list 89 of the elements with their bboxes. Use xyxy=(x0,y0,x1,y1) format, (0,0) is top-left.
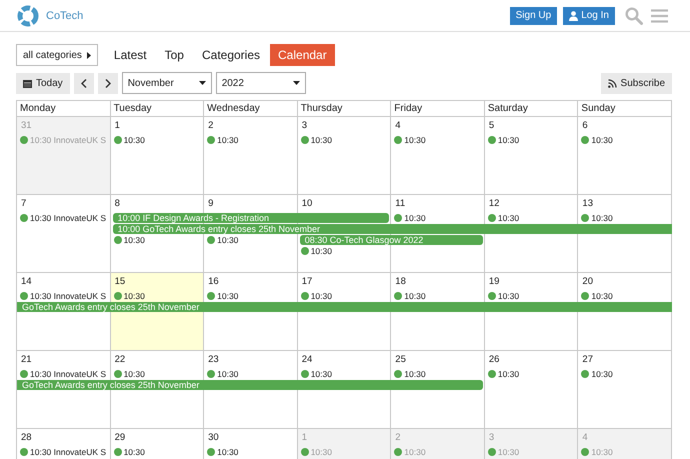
event-title[interactable]: 10:30 xyxy=(310,134,332,144)
day-number: 15 xyxy=(114,276,126,287)
year-select[interactable]: 2022 xyxy=(216,72,306,94)
event-title[interactable]: 10:30 InnovateUK S xyxy=(30,368,106,378)
day-number: 11 xyxy=(395,198,406,209)
day-number: 22 xyxy=(114,354,126,365)
day-number: 12 xyxy=(488,198,500,209)
day-number: 16 xyxy=(208,276,219,287)
day-number: 1 xyxy=(114,120,120,131)
event-title[interactable]: 10:30 xyxy=(310,290,332,300)
day-number: 31 xyxy=(21,120,32,131)
menu-icon[interactable] xyxy=(651,8,668,22)
nav-tab[interactable]: Latest xyxy=(106,44,155,66)
calendar-icon xyxy=(23,78,32,88)
caret-icon xyxy=(198,81,206,85)
event-title[interactable]: 10:30 InnovateUK S xyxy=(30,446,106,456)
category-dropdown[interactable]: all categories xyxy=(16,44,98,66)
day-number: 21 xyxy=(21,354,32,365)
nav-tab[interactable]: Top xyxy=(156,44,192,66)
event-title[interactable]: 10:30 xyxy=(217,368,238,378)
day-number: 3 xyxy=(488,432,494,443)
event-title[interactable]: 10:30 xyxy=(124,368,145,378)
event-title[interactable]: 10:30 xyxy=(124,290,145,300)
event-title[interactable]: 10:30 xyxy=(498,368,520,378)
event-title[interactable]: 10:30 InnovateUK S xyxy=(30,212,106,222)
day-number: 27 xyxy=(582,354,593,365)
day-number: 10 xyxy=(302,198,312,209)
day-number: 9 xyxy=(208,198,214,209)
day-number: 19 xyxy=(488,276,500,287)
day-number: 28 xyxy=(21,432,32,443)
nav-tab[interactable]: Categories xyxy=(194,44,268,66)
month-select[interactable]: November xyxy=(122,72,212,94)
event-title[interactable]: 10:30 xyxy=(124,134,145,144)
day-number: 30 xyxy=(208,432,219,443)
day-number: 25 xyxy=(395,354,406,365)
day-number: 6 xyxy=(582,120,588,131)
event-title[interactable]: 10:30 xyxy=(498,134,520,144)
day-number: 7 xyxy=(21,198,26,209)
day-number: 14 xyxy=(21,276,32,287)
login-button[interactable]: Log In xyxy=(563,6,615,24)
day-number: 17 xyxy=(302,276,312,287)
day-number: 4 xyxy=(395,120,401,131)
event-title[interactable]: 10:30 xyxy=(124,234,145,244)
event-title[interactable]: 10:30 xyxy=(591,212,613,222)
day-number: 2 xyxy=(208,120,214,131)
day-number: 29 xyxy=(114,432,126,443)
event-title[interactable]: 10:30 xyxy=(217,234,238,244)
previous-button[interactable] xyxy=(74,72,94,94)
day-number: 3 xyxy=(302,120,307,131)
event-title[interactable]: 10:30 xyxy=(404,134,426,144)
day-number: 2 xyxy=(395,432,401,443)
event-title[interactable]: 10:30 xyxy=(217,134,238,144)
subscribe-button[interactable]: Subscribe xyxy=(600,72,672,94)
event-title[interactable]: 10:30 InnovateUK S xyxy=(30,290,106,300)
caret-icon xyxy=(86,52,91,58)
day-number: 8 xyxy=(114,198,120,209)
day-number: 24 xyxy=(302,354,312,365)
event-title[interactable]: 10:30 xyxy=(591,290,613,300)
event-title[interactable]: 10:30 xyxy=(217,446,238,456)
day-number: 1 xyxy=(302,432,307,443)
event-title[interactable]: 10:30 xyxy=(591,368,613,378)
day-number: 4 xyxy=(582,432,588,443)
nav-tab[interactable]: Calendar xyxy=(270,44,335,66)
event-title[interactable]: 10:30 xyxy=(310,368,332,378)
today-button[interactable]: Today xyxy=(16,72,70,94)
next-button[interactable] xyxy=(98,72,118,94)
event-title[interactable]: 10:30 xyxy=(498,212,520,222)
logo-icon[interactable] xyxy=(17,4,39,26)
event-title[interactable]: 10:30 xyxy=(310,246,332,256)
event-title[interactable]: 10:30 xyxy=(124,446,145,456)
event-title[interactable]: 10:30 xyxy=(217,290,238,300)
day-number: 20 xyxy=(582,276,593,287)
person-icon xyxy=(569,10,578,20)
day-number: 23 xyxy=(208,354,219,365)
caret-icon xyxy=(292,81,300,85)
event-title[interactable]: 10:30 xyxy=(404,212,426,222)
day-number: 13 xyxy=(582,198,593,209)
event-title[interactable]: 10:30 xyxy=(498,290,520,300)
signup-button[interactable]: Sign Up xyxy=(510,6,558,24)
event-title[interactable]: 10:30 xyxy=(404,368,426,378)
chevron-left-icon xyxy=(80,78,87,88)
chevron-right-icon xyxy=(104,78,111,88)
day-number: 18 xyxy=(395,276,406,287)
day-number: 26 xyxy=(488,354,500,365)
search-icon[interactable] xyxy=(625,6,643,24)
event-title[interactable]: 10:30 xyxy=(591,134,613,144)
day-number: 5 xyxy=(488,120,494,131)
rss-icon xyxy=(608,78,617,88)
event-title[interactable]: 10:30 xyxy=(404,290,426,300)
